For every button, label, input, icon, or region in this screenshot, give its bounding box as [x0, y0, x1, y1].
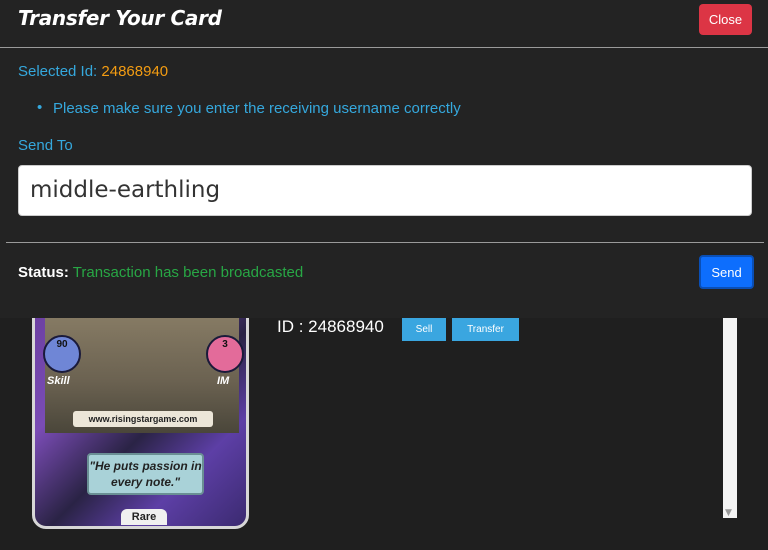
status-value: Transaction has been broadcasted — [72, 264, 304, 281]
selected-id: Selected Id: 24868940 — [18, 63, 168, 80]
send-button[interactable]: Send — [699, 255, 754, 289]
status-label: Status: — [18, 264, 69, 281]
divider — [6, 242, 764, 243]
send-to-input[interactable]: middle-earthling — [18, 165, 752, 216]
skill-badge: 90 — [43, 335, 81, 373]
transfer-modal: Transfer Your Card Close Selected Id: 24… — [0, 0, 768, 318]
username-note-text: Please make sure you enter the receiving… — [53, 100, 461, 117]
im-value: 3 — [222, 339, 228, 350]
card-website: www.risingstargame.com — [73, 411, 213, 427]
send-to-label: Send To — [18, 137, 73, 154]
transfer-button[interactable]: Transfer — [452, 317, 519, 341]
im-label: IM — [217, 375, 230, 387]
card-quote: "He puts passion in every note." — [87, 453, 204, 495]
card-id: ID : 24868940 — [277, 317, 384, 336]
scroll-down-icon[interactable]: ▼ — [725, 508, 732, 518]
card-image[interactable]: 90 Skill 3 IM www.risingstargame.com "He… — [32, 300, 249, 529]
close-button[interactable]: Close — [699, 4, 752, 35]
modal-header: Transfer Your Card Close — [0, 0, 768, 48]
im-badge: 3 — [206, 335, 244, 373]
selected-id-value: 24868940 — [101, 63, 169, 80]
skill-value: 90 — [56, 339, 68, 350]
username-note: • Please make sure you enter the receivi… — [37, 99, 461, 117]
selected-id-label: Selected Id: — [18, 63, 98, 80]
status: Status: Transaction has been broadcasted — [18, 264, 303, 281]
scrollbar[interactable]: ▼ — [723, 316, 737, 518]
sell-button[interactable]: Sell — [402, 317, 446, 341]
bullet-icon: • — [37, 99, 43, 116]
skill-label: Skill — [47, 375, 70, 387]
card-rarity: Rare — [121, 509, 167, 525]
modal-title: Transfer Your Card — [18, 6, 222, 30]
